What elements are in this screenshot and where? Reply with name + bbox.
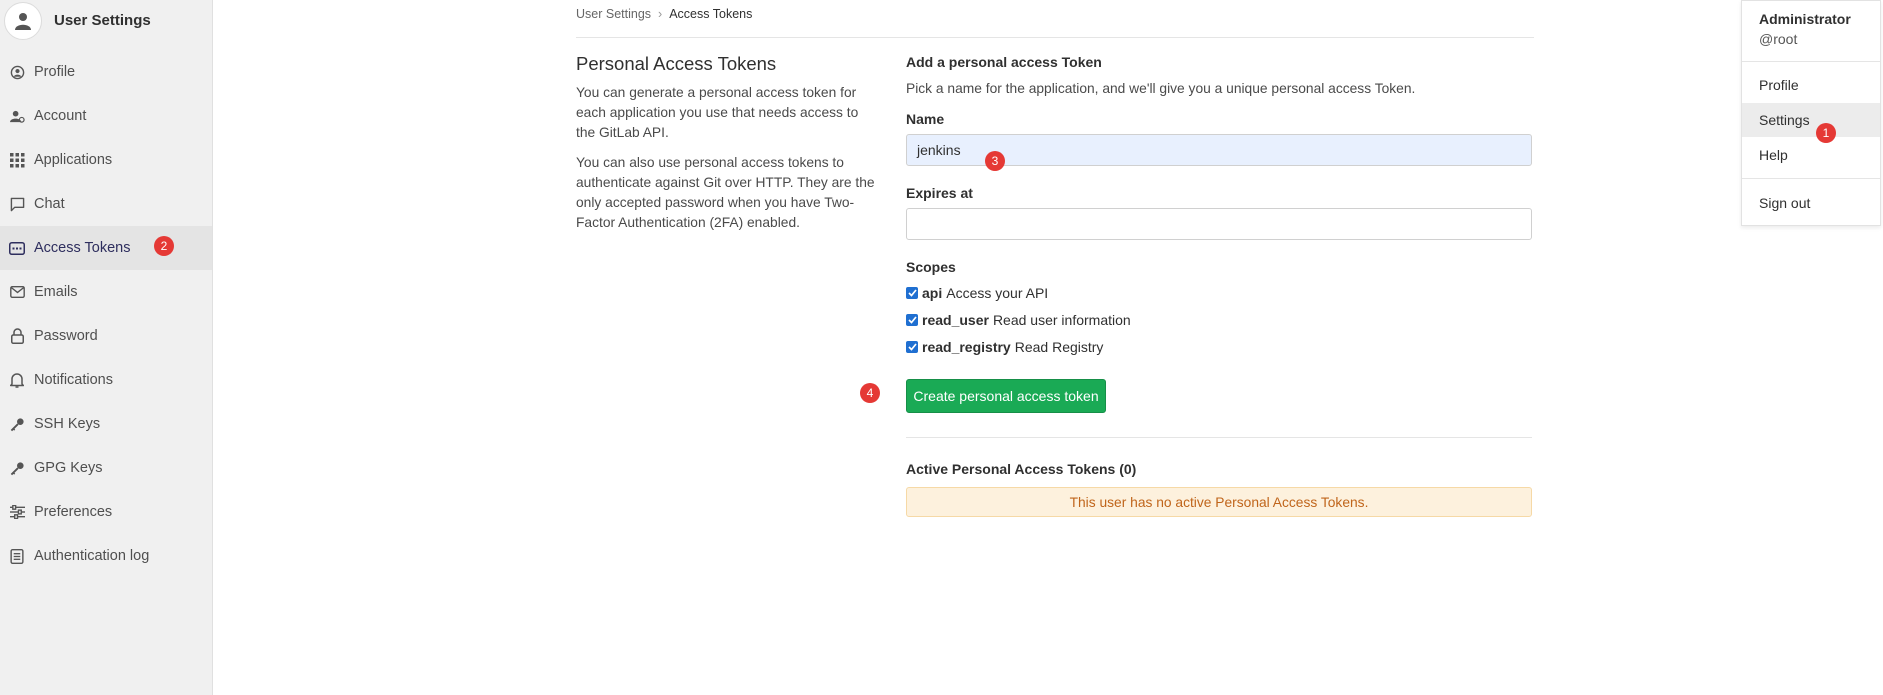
sidebar-header: User Settings: [0, 0, 212, 40]
sidebar-item-label: Access Tokens: [34, 240, 131, 256]
expires-label: Expires at: [906, 185, 973, 201]
breadcrumb-current[interactable]: Access Tokens: [669, 7, 752, 21]
avatar[interactable]: [4, 2, 42, 40]
step-marker: 2: [154, 236, 174, 256]
sliders-icon: [0, 505, 34, 519]
name-input-value: jenkins: [917, 142, 961, 158]
scope-description: Read user information: [992, 312, 1131, 328]
read-user-checkbox[interactable]: [906, 314, 918, 326]
sidebar-item-ssh-keys[interactable]: SSH Keys: [0, 402, 212, 446]
divider: [576, 37, 1534, 38]
lock-icon: [0, 328, 34, 344]
sidebar-item-label: Profile: [34, 64, 76, 80]
key-icon: [0, 417, 34, 432]
sidebar-item-authentication-log[interactable]: Authentication log: [0, 534, 212, 578]
form-description: Pick a name for the application, and we'…: [906, 81, 1416, 96]
sidebar-item-profile[interactable]: Profile: [0, 50, 212, 94]
sidebar-item-label: Emails: [34, 284, 78, 300]
scopes-label: Scopes: [906, 259, 956, 275]
sidebar-item-gpg-keys[interactable]: GPG Keys: [0, 446, 212, 490]
step-marker: 3: [985, 151, 1005, 171]
sidebar-item-password[interactable]: Password: [0, 314, 212, 358]
sidebar-item-access-tokens[interactable]: Access Tokens: [0, 226, 212, 270]
sidebar: User Settings Profile Account Applicatio…: [0, 0, 213, 695]
scope-name: api: [922, 285, 943, 301]
scope-name: read_registry: [922, 339, 1011, 355]
sidebar-item-label: Authentication log: [34, 548, 150, 564]
sidebar-item-applications[interactable]: Applications: [0, 138, 212, 182]
user-name: Administrator: [1759, 11, 1851, 27]
sidebar-title: User Settings: [54, 12, 151, 29]
menu-item-help[interactable]: Help: [1742, 138, 1880, 172]
create-token-button[interactable]: Create personal access token: [906, 379, 1106, 413]
applications-icon: [0, 152, 34, 168]
sidebar-item-preferences[interactable]: Preferences: [0, 490, 212, 534]
divider: [906, 437, 1532, 438]
check-icon: [907, 316, 917, 324]
sidebar-item-label: GPG Keys: [34, 460, 103, 476]
name-label: Name: [906, 111, 945, 127]
step-marker: 1: [1816, 123, 1836, 143]
read-registry-checkbox[interactable]: [906, 341, 918, 353]
sidebar-item-label: Notifications: [34, 372, 113, 388]
menu-item-sign-out[interactable]: Sign out: [1742, 186, 1880, 220]
profile-icon: [0, 65, 34, 80]
sidebar-item-emails[interactable]: Emails: [0, 270, 212, 314]
user-icon: [15, 13, 31, 30]
scope-read-user: read_user Read user information: [906, 312, 1131, 328]
divider: [1742, 61, 1880, 62]
chevron-right-icon: ›: [658, 7, 663, 21]
sidebar-item-label: Preferences: [34, 504, 113, 520]
description-paragraph: You can generate a personal access token…: [576, 85, 859, 140]
page-title: Personal Access Tokens: [576, 53, 777, 74]
log-icon: [0, 548, 34, 564]
api-checkbox[interactable]: [906, 287, 918, 299]
user-dropdown-menu: Administrator @root Profile Settings Hel…: [1741, 0, 1881, 226]
breadcrumb: User Settings › Access Tokens: [576, 7, 752, 21]
description-paragraph: You can also use personal access tokens …: [576, 155, 875, 230]
scope-description: Access your API: [946, 285, 1049, 301]
sidebar-item-label: Applications: [34, 152, 113, 168]
sidebar-item-label: SSH Keys: [34, 416, 101, 432]
sidebar-item-notifications[interactable]: Notifications: [0, 358, 212, 402]
divider: [1742, 178, 1880, 179]
breadcrumb-parent-link[interactable]: User Settings: [576, 7, 651, 21]
expires-at-input[interactable]: [906, 208, 1532, 240]
account-icon: [0, 109, 34, 124]
scope-read-registry: read_registry Read Registry: [906, 339, 1103, 355]
scope-name: read_user: [922, 312, 989, 328]
step-marker: 4: [860, 383, 880, 403]
email-icon: [0, 286, 34, 298]
bell-icon: [0, 372, 34, 388]
sidebar-item-label: Account: [34, 108, 87, 124]
empty-tokens-alert: This user has no active Personal Access …: [906, 487, 1532, 517]
menu-item-profile[interactable]: Profile: [1742, 68, 1880, 102]
chat-icon: [0, 197, 34, 212]
menu-item-settings[interactable]: Settings: [1742, 103, 1880, 137]
sidebar-item-account[interactable]: Account: [0, 94, 212, 138]
token-icon: [0, 241, 34, 255]
user-handle: @root: [1759, 31, 1798, 47]
form-title: Add a personal access Token: [906, 54, 1102, 70]
scope-description: Read Registry: [1014, 339, 1104, 355]
active-tokens-title: Active Personal Access Tokens (0): [906, 461, 1137, 477]
check-icon: [907, 343, 917, 351]
sidebar-item-label: Password: [34, 328, 98, 344]
sidebar-item-label: Chat: [34, 196, 65, 212]
scope-api: api Access your API: [906, 285, 1048, 301]
check-icon: [907, 289, 917, 297]
key-icon: [0, 461, 34, 476]
sidebar-item-chat[interactable]: Chat: [0, 182, 212, 226]
